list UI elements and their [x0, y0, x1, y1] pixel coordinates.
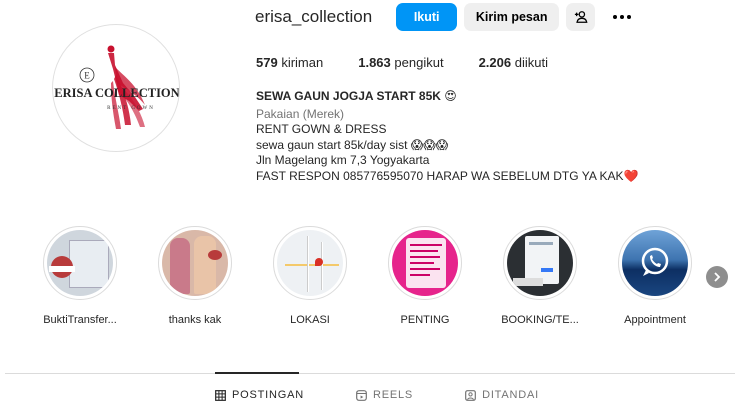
tabs-divider [5, 373, 735, 374]
highlight-label: BOOKING/TE... [501, 314, 579, 326]
highlight-label: BuktiTransfer... [43, 314, 117, 326]
add-user-icon [574, 11, 588, 23]
username: erisa_collection [255, 7, 373, 26]
tab-posts[interactable]: POSTINGAN [215, 389, 304, 401]
highlight-label: thanks kak [168, 314, 222, 326]
highlight-item[interactable]: BuktiTransfer... [25, 226, 135, 326]
bio-line: RENT GOWN & DRESS [256, 122, 387, 136]
highlight-item[interactable]: Appointment [600, 226, 710, 326]
more-options-icon [613, 15, 632, 19]
logo-monogram: E [84, 71, 90, 81]
profile-avatar[interactable]: E ERISA COLLECTION RENT GOWN [52, 24, 180, 152]
highlight-label: PENTING [400, 314, 450, 326]
bio-line: FAST RESPON 085776595070 HARAP WA SEBELU… [256, 168, 639, 183]
highlights-next-button[interactable] [706, 266, 728, 288]
tab-label: REELS [373, 389, 414, 401]
highlight-cover [162, 230, 228, 296]
tagged-icon [465, 389, 476, 401]
profile-stats: 579 kiriman 1.863 pengikut 2.206 diikuti [256, 55, 583, 70]
reels-icon [356, 389, 367, 401]
tab-reels[interactable]: REELS [356, 389, 413, 401]
profile-bio: SEWA GAUN JOGJA START 85K 😍 Pakaian (Mer… [256, 89, 726, 184]
tab-label: POSTINGAN [232, 389, 304, 401]
stat-following[interactable]: 2.206 diikuti [479, 55, 548, 70]
highlight-cover [277, 230, 343, 296]
profile-header: erisa_collection Ikuti Kirim pesan [255, 3, 635, 31]
highlight-label: Appointment [624, 314, 686, 326]
tab-tagged[interactable]: DITANDAI [465, 389, 539, 401]
stat-posts: 579 kiriman [256, 55, 324, 70]
highlight-item[interactable]: BOOKING/TE... [485, 226, 595, 326]
stat-followers[interactable]: 1.863 pengikut [358, 55, 443, 70]
logo-subtext: RENT GOWN [107, 106, 155, 111]
logo-text: ERISA COLLECTION [54, 86, 179, 100]
bio-name: SEWA GAUN JOGJA START 85K 😍 [256, 89, 457, 103]
erisa-logo: E ERISA COLLECTION RENT GOWN [54, 45, 179, 129]
highlight-item[interactable]: thanks kak [140, 226, 250, 326]
highlight-cover [392, 230, 458, 296]
more-options-button[interactable] [609, 3, 635, 31]
story-highlights: BuktiTransfer... thanks kak LOKASI PENTI… [0, 226, 740, 336]
highlight-label: LOKASI [290, 314, 330, 326]
whatsapp-icon [641, 247, 669, 276]
follow-button[interactable]: Ikuti [396, 3, 458, 31]
bio-category: Pakaian (Merek) [256, 106, 345, 121]
tab-label: DITANDAI [482, 389, 539, 401]
chevron-right-icon [714, 272, 721, 282]
highlight-cover [507, 230, 573, 296]
bio-line: sewa gaun start 85k/day sist 😱😱😱 [256, 137, 449, 152]
grid-icon [215, 389, 226, 401]
suggest-users-button[interactable] [566, 3, 596, 31]
profile-tabs: POSTINGAN REELS DITANDAI [215, 389, 591, 401]
highlight-cover [622, 230, 688, 296]
highlight-cover [47, 230, 113, 296]
message-button[interactable]: Kirim pesan [464, 3, 560, 31]
active-tab-indicator [215, 372, 299, 374]
highlight-item[interactable]: PENTING [370, 226, 480, 326]
bio-line: Jln Magelang km 7,3 Yogyakarta [256, 153, 430, 167]
highlight-item[interactable]: LOKASI [255, 226, 365, 326]
